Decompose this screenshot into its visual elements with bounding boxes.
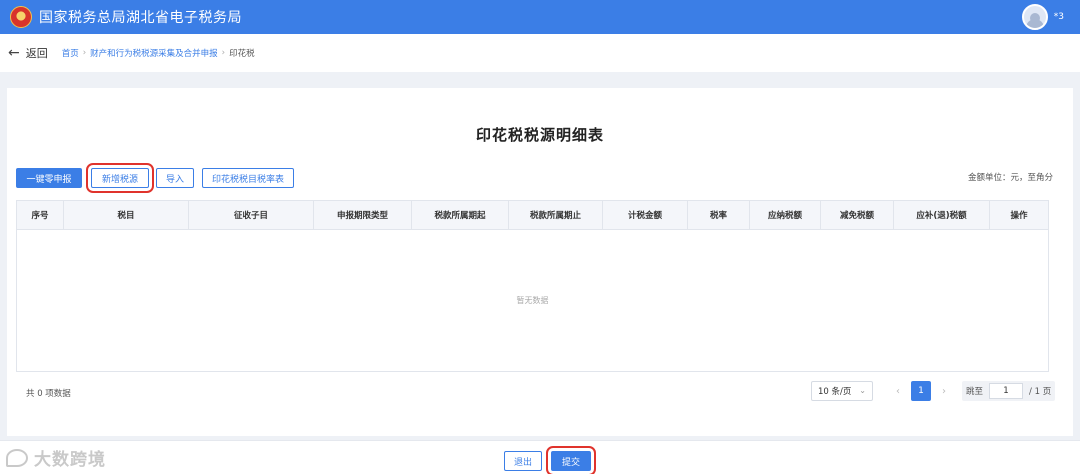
breadcrumb-home[interactable]: 首页	[62, 47, 79, 59]
exit-button[interactable]: 退出	[504, 451, 542, 471]
total-pages: / 1 页	[1029, 387, 1052, 397]
total-count: 共 0 项数据	[26, 389, 71, 399]
user-name[interactable]: *3	[1054, 12, 1064, 22]
footer-bar: 大数跨境 退出 提交	[0, 440, 1080, 474]
zero-declare-button[interactable]: 一键零申报	[16, 168, 82, 188]
amount-unit-note: 金额单位：元，至角分	[967, 173, 1053, 183]
arrow-left-icon[interactable]: ←	[8, 45, 20, 61]
rate-table-button[interactable]: 印花税税目税率表	[202, 168, 294, 188]
breadcrumb-current: 印花税	[229, 49, 255, 59]
breadcrumb-bar: ← 返回 首页 › 财产和行为税税源采集及合并申报 › 印花税	[0, 34, 1080, 72]
column-header: 应纳税额	[750, 201, 821, 229]
column-header: 税款所属期起	[412, 201, 509, 229]
column-header: 申报期限类型	[314, 201, 412, 229]
column-header: 减免税额	[821, 201, 894, 229]
tax-source-table: 序号 税目 征收子目 申报期限类型 税款所属期起 税款所属期止 计税金额 税率 …	[16, 200, 1049, 372]
watermark: 大数跨境	[6, 445, 106, 470]
page-size-value: 10 条/页	[818, 387, 852, 397]
import-button[interactable]: 导入	[156, 168, 194, 188]
column-header: 税款所属期止	[509, 201, 603, 229]
submit-button[interactable]: 提交	[546, 446, 596, 474]
back-button[interactable]: ← 返回	[8, 45, 48, 61]
tax-emblem-icon	[10, 6, 32, 28]
breadcrumb: 首页 › 财产和行为税税源采集及合并申报 › 印花税	[62, 47, 255, 59]
top-header: 国家税务总局湖北省电子税务局 *3	[0, 0, 1080, 34]
empty-state: 暂无数据	[516, 296, 549, 305]
column-header: 征收子目	[189, 201, 314, 229]
site-title: 国家税务总局湖北省电子税务局	[39, 10, 242, 26]
table-header: 序号 税目 征收子目 申报期限类型 税款所属期起 税款所属期止 计税金额 税率 …	[17, 201, 1048, 230]
column-header: 操作	[1010, 211, 1028, 221]
prev-page-icon[interactable]: ‹	[891, 381, 905, 401]
content-card: 印花税税源明细表 一键零申报 新增税源 导入 印花税税目税率表 金额单位：元，至…	[7, 88, 1073, 436]
breadcrumb-separator-icon: ›	[221, 48, 226, 58]
page-size-select[interactable]: 10 条/页 ⌄	[811, 381, 873, 401]
goto-page: 跳至 / 1 页	[962, 381, 1056, 401]
column-header: 计税金额	[603, 201, 688, 229]
watermark-logo-icon	[6, 448, 28, 467]
watermark-text: 大数跨境	[34, 450, 106, 470]
goto-page-input[interactable]	[989, 383, 1024, 399]
goto-label: 跳至	[966, 387, 984, 397]
column-header: 序号	[17, 201, 64, 229]
user-menu[interactable]: *3	[1021, 4, 1064, 30]
column-header: 应补(退)税额	[894, 201, 990, 229]
chevron-down-icon: ⌄	[859, 386, 866, 395]
next-page-icon[interactable]: ›	[937, 381, 951, 401]
add-source-button[interactable]: 新增税源	[86, 163, 154, 193]
back-label[interactable]: 返回	[26, 45, 48, 61]
breadcrumb-separator-icon: ›	[82, 48, 87, 58]
column-header: 税率	[688, 201, 750, 229]
breadcrumb-tax-source[interactable]: 财产和行为税税源采集及合并申报	[90, 47, 218, 59]
page-number-current[interactable]: 1	[911, 381, 931, 401]
user-avatar-icon[interactable]	[1021, 4, 1048, 30]
column-header: 税目	[64, 201, 189, 229]
page-title: 印花税税源明细表	[475, 126, 604, 144]
